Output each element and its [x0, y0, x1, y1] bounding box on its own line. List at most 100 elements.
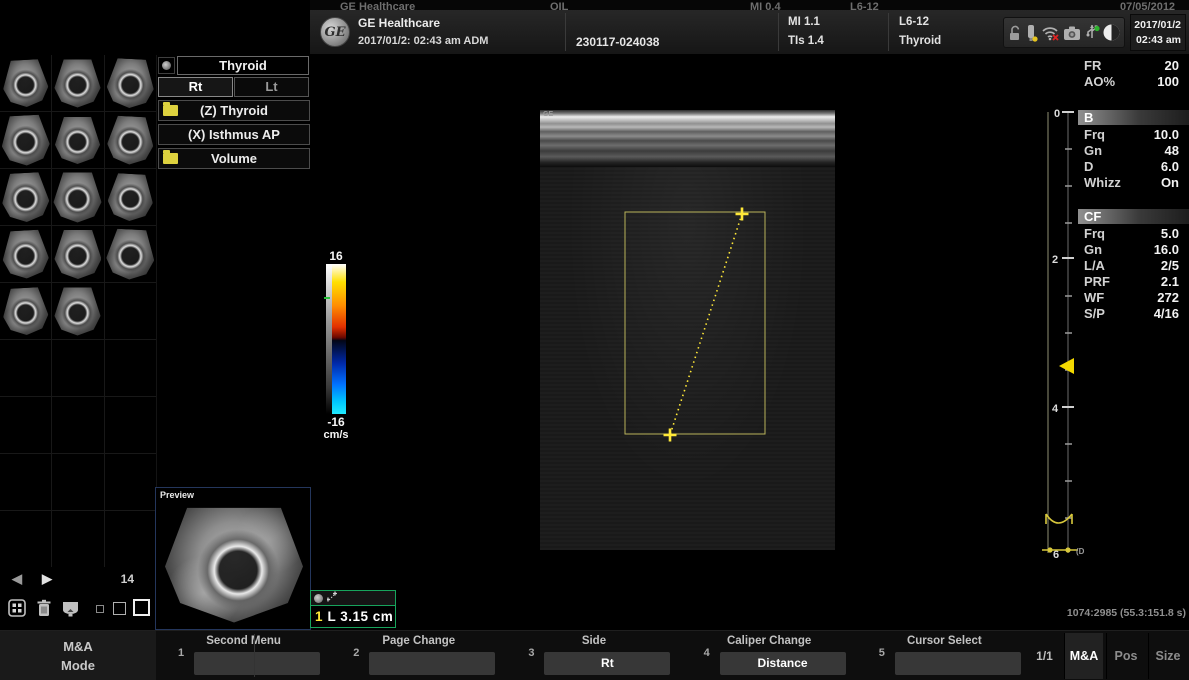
softkey-label: Second Menu [156, 635, 331, 647]
mi-value: MI 1.1 [788, 16, 820, 28]
softkey-number: 2 [353, 647, 359, 659]
mode-line-2: Mode [0, 656, 156, 675]
softkey-button-cursor-select[interactable] [895, 652, 1021, 675]
caliper-start-marker[interactable] [736, 208, 749, 221]
thumbnail[interactable] [52, 283, 103, 339]
grid-view-icon[interactable] [8, 599, 26, 622]
parameter-value: 2.1 [1161, 274, 1179, 290]
parameter-label: Frq [1084, 226, 1105, 242]
thumbnail[interactable] [0, 55, 51, 111]
size-small-icon[interactable] [96, 605, 104, 613]
preview-ultrasound-image[interactable] [165, 503, 303, 625]
thumbnail[interactable] [52, 169, 103, 225]
parameter-value: 2/5 [1161, 258, 1179, 274]
menu-item-2[interactable]: (X) Isthmus AP [158, 124, 310, 145]
parameter-row: Gn48 [1078, 143, 1189, 159]
softkey-button-side[interactable]: Rt [544, 652, 670, 675]
depth-label-0: 0 [1054, 108, 1060, 120]
softkey-bar: M&A Mode 1Second Menu2Page Change3SideRt… [0, 630, 1189, 680]
parameter-label: Frq [1084, 127, 1105, 143]
parameter-value: 48 [1165, 143, 1179, 159]
section-header-cf: CF [1078, 209, 1189, 224]
thumbnail[interactable] [52, 112, 103, 168]
tab-pos[interactable]: Pos [1106, 633, 1145, 679]
tab-size[interactable]: Size [1148, 633, 1187, 679]
color-flow-scale: 16 -16 cm/s [318, 249, 354, 441]
ultrasound-thumbnail-image [2, 58, 50, 108]
parameter-label: AO% [1084, 74, 1115, 90]
thumbnail-grid [0, 55, 156, 567]
menu-item-1[interactable]: (Z) Thyroid [158, 100, 310, 121]
color-roi-box[interactable] [625, 212, 765, 434]
size-large-icon[interactable] [133, 599, 150, 616]
ultrasound-thumbnail-image [106, 114, 155, 165]
measure-point-icon [314, 594, 323, 603]
patient-id: 230117-024038 [576, 35, 659, 49]
softkey-button-second-menu[interactable] [194, 652, 320, 675]
parameter-value: 16.0 [1154, 242, 1179, 258]
mode-params: BFrq10.0Gn48D6.0WhizzOnCFFrq5.0Gn16.0L/A… [1078, 110, 1189, 334]
thumbnail[interactable] [105, 169, 156, 225]
parameter-row: AO%100 [1078, 74, 1189, 90]
current-time: 02:43 am [1131, 33, 1181, 48]
parameter-value: 6.0 [1161, 159, 1179, 175]
current-date: 2017/01/2 [1131, 18, 1181, 33]
focus-marker[interactable] [1059, 358, 1074, 374]
next-page-button[interactable]: ▶ [42, 571, 52, 587]
thumbnail[interactable] [0, 112, 51, 168]
image-count: 14 [121, 572, 134, 586]
prev-page-button[interactable]: ◀ [12, 571, 22, 587]
folder-icon [163, 153, 178, 164]
thumbnail-empty-cell [105, 511, 156, 567]
thumbnail-nav: ◀ ▶ 14 [0, 567, 156, 595]
depth-ruler: 0 2 4 6 (D [1038, 106, 1086, 568]
thumbnail-empty-cell [105, 454, 156, 510]
mode-line-1: M&A [0, 637, 156, 656]
ultrasound-live-image[interactable]: GE [540, 110, 835, 550]
thumbnail-empty-cell [52, 511, 103, 567]
thumbnail-empty-cell [0, 397, 51, 453]
velocity-gradient [332, 264, 346, 414]
parameter-row: D6.0 [1078, 159, 1189, 175]
probe-icon [1024, 23, 1038, 43]
depth-label-4: 4 [1052, 403, 1059, 415]
acquisition-params: FR20AO%100 [1078, 58, 1189, 90]
ultrasound-thumbnail-image [55, 116, 100, 164]
menu-radio-icon[interactable] [158, 57, 175, 74]
thumbnail[interactable] [0, 169, 51, 225]
caliper-end-marker[interactable] [664, 429, 677, 442]
folder-icon [163, 105, 178, 116]
thumbnail[interactable] [0, 226, 51, 282]
ultrasound-thumbnail-image [2, 286, 50, 336]
softkey-button-caliper-change[interactable]: Distance [720, 652, 846, 675]
softkey-label: Side [506, 635, 681, 647]
brightness-icon [1102, 23, 1121, 42]
color-scale-bar [326, 264, 346, 414]
parameter-label: Whizz [1084, 175, 1121, 191]
ultrasound-thumbnail-image [0, 113, 51, 166]
scale-max: 16 [318, 249, 354, 263]
thumbnail[interactable] [52, 55, 103, 111]
menu-item-3[interactable]: Volume [158, 148, 310, 169]
softkey-label: Page Change [331, 635, 506, 647]
softkey-button-page-change[interactable] [369, 652, 495, 675]
thumbnail[interactable] [105, 112, 156, 168]
size-medium-icon[interactable] [113, 602, 126, 615]
thumbnail[interactable] [0, 283, 51, 339]
parameter-label: FR [1084, 58, 1101, 74]
menu-title[interactable]: Thyroid [177, 56, 309, 75]
thumbnail[interactable] [105, 226, 156, 282]
tab-ma[interactable]: M&A [1064, 633, 1103, 679]
thumbnail[interactable] [52, 226, 103, 282]
thumbnail-empty-cell [105, 340, 156, 396]
depth-label-2: 2 [1052, 254, 1058, 266]
export-icon[interactable] [61, 599, 80, 622]
thumbnail-empty-cell [52, 340, 103, 396]
side-button-lt[interactable]: Lt [234, 77, 309, 97]
thumbnail[interactable] [105, 55, 156, 111]
delete-icon[interactable] [36, 599, 52, 622]
thumbnail-empty-cell [105, 397, 156, 453]
side-button-rt[interactable]: Rt [158, 77, 233, 97]
parameter-label: WF [1084, 290, 1104, 306]
ultrasound-thumbnail-image [1, 228, 50, 279]
